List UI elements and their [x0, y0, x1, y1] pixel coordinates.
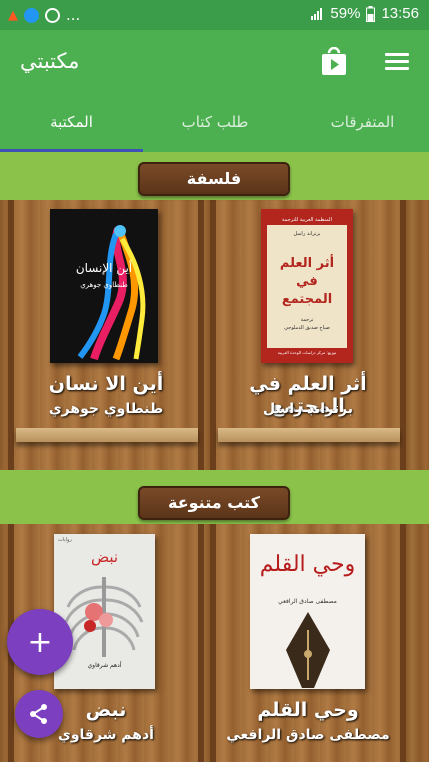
book-title[interactable]: أين الا نسان	[8, 373, 204, 395]
cover-title: وحي القلم	[259, 552, 356, 577]
tab-library[interactable]: المكتبة	[0, 113, 143, 131]
sync-icon	[45, 7, 60, 23]
cover-title: أثر العلم في المجتمع	[279, 256, 335, 307]
cover-author: برتراند راسل	[293, 231, 321, 237]
cover-corner-label: روايات	[58, 537, 72, 543]
messenger-icon	[24, 7, 39, 23]
cover-title: نبض	[90, 548, 119, 566]
cover-publisher: المنظمة العربية للترجمة	[267, 215, 347, 225]
section-title: فلسفة	[138, 162, 290, 196]
book-cover[interactable]: وحي القلم مصطفى صادق الرافعي	[250, 534, 365, 689]
tab-misc[interactable]: المتفرقات	[296, 113, 429, 131]
share-icon	[30, 704, 47, 724]
book-cover[interactable]: المنظمة العربية للترجمة برتراند راسل أثر…	[261, 209, 353, 363]
book-author: طنطاوي جوهري	[48, 401, 164, 417]
wifi-signal-icon	[311, 7, 323, 20]
cover-title: أين الإنسان	[75, 261, 133, 275]
play-store-icon[interactable]	[320, 47, 348, 77]
status-bar: ▲ ... 59% 13:56	[0, 0, 429, 30]
cover-author: أدهم شرقاوي	[87, 662, 122, 669]
cover-author: طنطاوي جوهري	[80, 281, 128, 289]
book-cover[interactable]: أين الإنسان طنطاوي جوهري	[50, 209, 158, 363]
app-title: مكتبتي	[20, 49, 80, 73]
tab-bar: المتفرقات طلب كتاب المكتبة	[0, 94, 429, 152]
section-title: كتب متنوعة	[138, 486, 290, 520]
more-notifications: ...	[66, 6, 81, 24]
section-various: وحي القلم مصطفى صادق الرافعي روايات نبض …	[0, 474, 429, 762]
shelf-board	[16, 428, 198, 442]
cover-author: مصطفى صادق الرافعي	[278, 598, 337, 605]
pen-nib-icon	[286, 612, 330, 688]
share-button[interactable]	[15, 690, 63, 738]
bookshelf: المنظمة العربية للترجمة برتراند راسل أثر…	[0, 200, 429, 470]
section-philosophy: المنظمة العربية للترجمة برتراند راسل أثر…	[0, 152, 429, 470]
book-cover[interactable]: روايات نبض أدهم شرقاوي	[54, 534, 155, 689]
flame-icon: ▲	[8, 7, 18, 23]
cover-translator-label: ترجمة	[300, 317, 314, 323]
book-title[interactable]: وحي القلم	[210, 699, 406, 721]
menu-icon[interactable]	[385, 53, 409, 71]
add-book-button[interactable]: +	[7, 609, 73, 675]
app-bar: مكتبتي	[0, 30, 429, 94]
tab-request-book[interactable]: طلب كتاب	[150, 113, 280, 131]
clock: 13:56	[381, 5, 419, 22]
battery-icon	[366, 5, 376, 22]
battery-percent: 59%	[330, 5, 361, 22]
cover-translator: صباح صديق الدملوجي	[284, 325, 330, 331]
plus-icon: +	[27, 624, 53, 660]
cover-distributor: توزيع: مركز دراسات الوحدة العربية	[267, 348, 347, 357]
book-author: برتراند راسل	[262, 401, 354, 417]
shelf-board	[218, 428, 400, 442]
book-author: مصطفى صادق الرافعي	[226, 727, 390, 743]
